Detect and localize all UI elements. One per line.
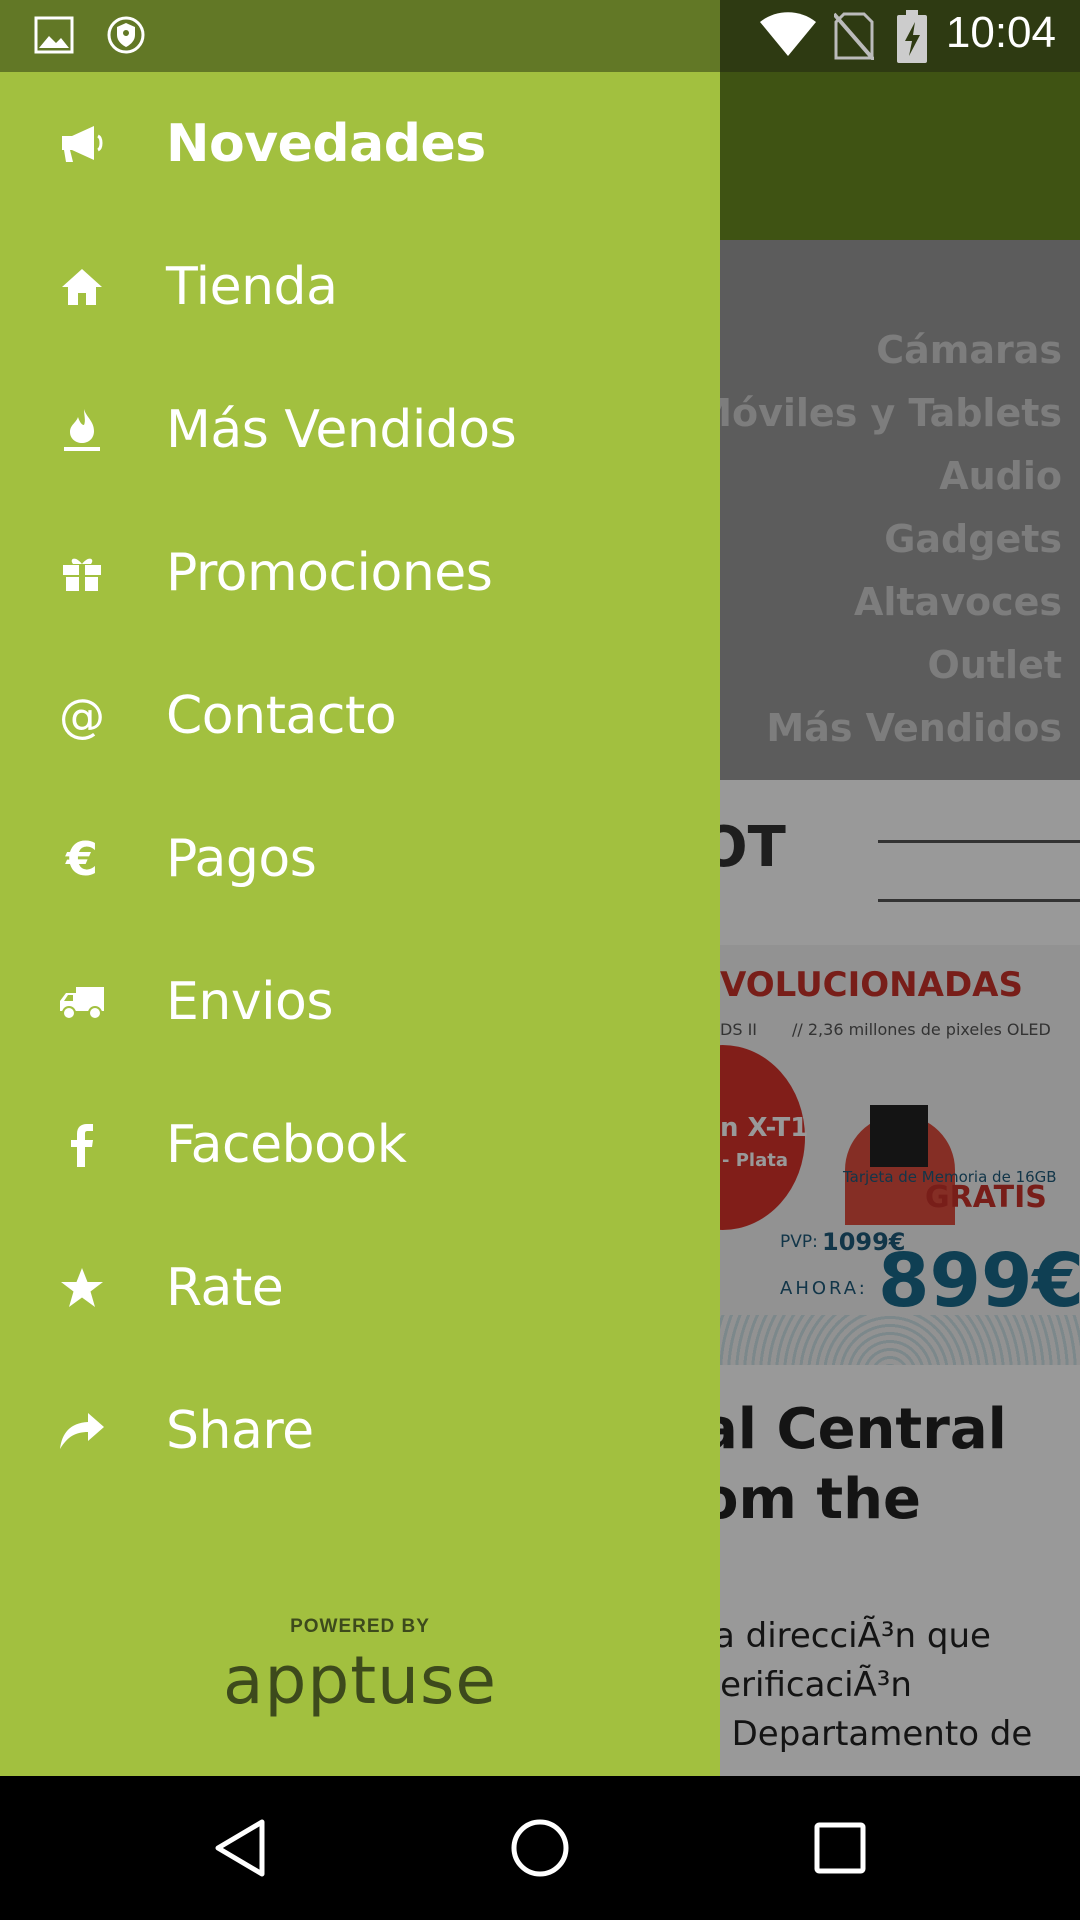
drawer-item-mas-vendidos[interactable]: Más Vendidos [0,358,720,501]
drawer-item-label: Facebook [166,1114,407,1175]
drawer-item-promociones[interactable]: Promociones [0,501,720,644]
navigation-drawer: Novedades Tienda Más Vendidos Promocione… [0,72,720,1776]
drawer-item-label: Rate [166,1257,284,1318]
drawer-item-tienda[interactable]: Tienda [0,215,720,358]
drawer-item-label: Envios [166,971,333,1032]
megaphone-icon [58,120,106,168]
status-bar: 10:04 [0,0,1080,72]
at-icon: @ [59,688,105,743]
wifi-icon [758,12,818,62]
image-icon [34,16,74,58]
gift-icon [58,549,106,597]
drawer-item-envios[interactable]: Envios [0,930,720,1073]
drawer-item-label: Pagos [166,828,317,889]
facebook-icon [58,1121,106,1169]
back-icon[interactable] [204,1812,276,1884]
drawer-item-label: Promociones [166,542,493,603]
fire-icon [58,406,106,454]
apptuse-logo[interactable]: apptuse [0,1642,720,1719]
clock: 10:04 [945,8,1056,57]
drawer-item-novedades[interactable]: Novedades [0,72,720,215]
drawer-item-label: Más Vendidos [166,399,517,460]
drawer-item-pagos[interactable]: € Pagos [0,787,720,930]
drawer-item-label: Tienda [166,256,338,317]
shield-icon [106,14,146,60]
drawer-item-label: Share [166,1400,314,1461]
battery-charging-icon [896,10,928,68]
euro-icon: € [65,831,98,886]
no-sim-icon [832,12,876,64]
drawer-item-label: Novedades [166,113,486,174]
recents-icon[interactable] [804,1812,876,1884]
drawer-item-share[interactable]: Share [0,1359,720,1502]
home-circle-icon[interactable] [504,1812,576,1884]
star-icon [58,1264,106,1312]
drawer-item-facebook[interactable]: Facebook [0,1073,720,1216]
drawer-item-contacto[interactable]: @ Contacto [0,644,720,787]
drawer-item-rate[interactable]: Rate [0,1216,720,1359]
navigation-bar [0,1776,1080,1920]
drawer-item-label: Contacto [166,685,397,746]
share-icon [58,1407,106,1455]
home-icon [58,263,106,311]
truck-icon [58,978,106,1026]
powered-by-label: POWERED BY [290,1616,430,1637]
